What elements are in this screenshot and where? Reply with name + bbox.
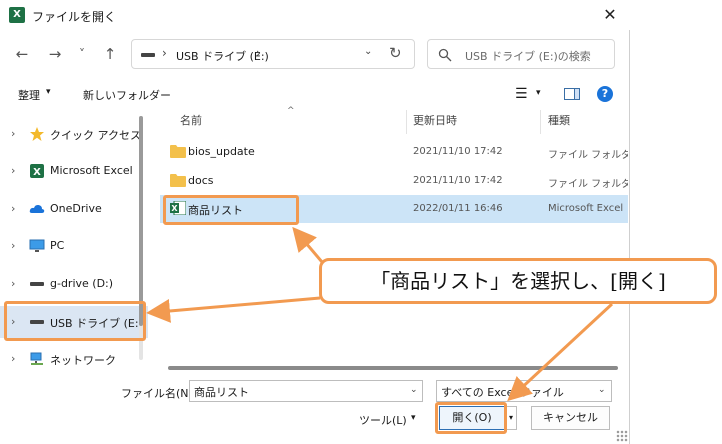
cancel-button[interactable]: キャンセル (531, 406, 610, 430)
filename-label: ファイル名(N): (121, 387, 197, 400)
sidebar-item-label: クイック アクセス (50, 129, 141, 142)
open-button[interactable]: 開く(O) (439, 406, 505, 430)
chevron-down-icon[interactable]: ▾ (46, 87, 51, 97)
sidebar-item-label: OneDrive (50, 202, 102, 215)
new-folder-button[interactable]: 新しいフォルダー (83, 87, 171, 103)
file-date: 2022/01/11 16:46 (413, 203, 503, 214)
sidebar-item-quick-access[interactable]: › クイック アクセス (0, 118, 148, 150)
expand-chevron-icon[interactable]: › (11, 239, 15, 252)
excel-app-icon: X (9, 7, 25, 23)
monitor-icon (29, 238, 45, 254)
chevron-down-icon[interactable]: ⌄ (410, 385, 418, 395)
column-header-type[interactable]: 種類 (548, 112, 570, 128)
sidebar-item-label: Microsoft Excel (50, 164, 133, 177)
file-type: Microsoft Excel (548, 203, 624, 214)
instruction-callout: 「商品リスト」を選択し、[開く] (319, 258, 717, 304)
search-box[interactable]: USB ドライブ (E:)の検索 (427, 39, 615, 69)
title-bar: X ファイルを開く ✕ (0, 0, 630, 30)
excel-icon: X (29, 163, 45, 179)
sidebar-item-label: PC (50, 239, 65, 252)
resize-grip-icon[interactable] (616, 430, 628, 442)
sort-indicator-icon: ^ (287, 106, 295, 116)
file-name: 商品リスト (188, 204, 243, 217)
chevron-down-icon[interactable]: ⌄ (598, 385, 606, 395)
svg-text:X: X (33, 167, 41, 178)
forward-button[interactable]: → (45, 44, 65, 64)
address-dropdown-icon[interactable]: ⌄ (364, 46, 372, 57)
sidebar-item-label: g-drive (D:) (50, 277, 114, 290)
drive-icon (141, 53, 155, 57)
file-row-product-list[interactable]: X 商品リスト 2022/01/11 16:46 Microsoft Excel (160, 195, 628, 223)
up-button[interactable]: ↑ (100, 44, 120, 64)
sidebar-item-label: ネットワーク (50, 354, 116, 367)
file-type: ファイル フォルダー (548, 150, 628, 161)
svg-text:X: X (171, 204, 178, 213)
folder-icon (170, 173, 186, 187)
expand-chevron-icon[interactable]: › (11, 127, 15, 140)
expand-chevron-icon[interactable]: › (11, 277, 15, 290)
tools-button[interactable]: ツール(L) (359, 412, 407, 428)
column-header-name[interactable]: 名前 (180, 112, 202, 128)
file-date: 2021/11/10 17:42 (413, 175, 503, 186)
search-icon (438, 48, 452, 62)
column-divider[interactable] (406, 110, 407, 134)
file-type: ファイル フォルダー (548, 179, 628, 190)
sidebar-item-g-drive[interactable]: › g-drive (D:) (0, 268, 148, 300)
sidebar-item-usb-drive[interactable]: › USB ドライブ (E:) (0, 306, 148, 338)
address-bar[interactable]: › USB ドライブ (E:) › ⌄ ↻ (131, 39, 415, 69)
window-title: ファイルを開く (32, 10, 117, 24)
file-name: bios_update (188, 145, 255, 158)
sidebar-scrollbar-thumb[interactable] (139, 116, 143, 326)
sidebar-item-pc[interactable]: › PC (0, 230, 148, 262)
breadcrumb-current[interactable]: USB ドライブ (E:) (176, 48, 269, 64)
navigation-bar: ← → ˅ ↑ › USB ドライブ (E:) › ⌄ ↻ USB ドライブ (… (0, 34, 630, 74)
file-row-bios-update[interactable]: bios_update 2021/11/10 17:42 ファイル フォルダー (160, 138, 628, 166)
close-button[interactable]: ✕ (598, 4, 622, 26)
back-button[interactable]: ← (12, 44, 32, 64)
filename-input[interactable]: 商品リスト (189, 380, 423, 402)
file-date: 2021/11/10 17:42 (413, 146, 503, 157)
expand-chevron-icon[interactable]: › (11, 202, 15, 215)
star-icon (29, 126, 45, 142)
chevron-down-icon[interactable]: ▾ (536, 88, 541, 98)
search-placeholder: USB ドライブ (E:)の検索 (465, 50, 591, 63)
network-icon (29, 351, 45, 367)
navigation-pane: › クイック アクセス › X Microsoft Excel › OneDri… (0, 110, 150, 372)
preview-pane-icon[interactable] (564, 88, 580, 100)
expand-chevron-icon[interactable]: › (11, 164, 15, 177)
file-row-docs[interactable]: docs 2021/11/10 17:42 ファイル フォルダー (160, 167, 628, 195)
organize-button[interactable]: 整理 (18, 87, 40, 103)
horizontal-scrollbar[interactable] (168, 366, 618, 370)
command-bar: 整理 ▾ 新しいフォルダー ☰ ▾ ? (0, 82, 630, 108)
breadcrumb-separator: › (162, 46, 167, 60)
expand-chevron-icon[interactable]: › (11, 352, 15, 365)
file-type-filter[interactable]: すべての Excel ファイル (436, 380, 612, 402)
expand-chevron-icon[interactable]: › (11, 315, 15, 328)
file-list: ^ 名前 更新日時 種類 bios_update 2021/11/10 17:4… (160, 106, 628, 368)
file-name: docs (188, 174, 214, 187)
refresh-icon[interactable]: ↻ (389, 44, 402, 62)
column-divider[interactable] (540, 110, 541, 134)
sidebar-item-label: USB ドライブ (E:) (50, 317, 143, 330)
help-icon[interactable]: ? (597, 86, 613, 102)
column-header-date[interactable]: 更新日時 (413, 112, 457, 128)
file-open-dialog: X ファイルを開く ✕ ← → ˅ ↑ › USB ドライブ (E:) › ⌄ … (0, 0, 630, 444)
sidebar-item-network[interactable]: › ネットワーク (0, 343, 148, 375)
recent-locations-button[interactable]: ˅ (72, 44, 92, 64)
sidebar-item-onedrive[interactable]: › OneDrive (0, 193, 148, 225)
folder-icon (170, 144, 186, 158)
excel-file-icon: X (170, 200, 187, 216)
breadcrumb-separator: › (256, 46, 261, 60)
sidebar-item-microsoft-excel[interactable]: › X Microsoft Excel (0, 155, 148, 187)
view-options-icon[interactable]: ☰ (515, 87, 528, 101)
open-options-button[interactable]: ▾ (505, 406, 517, 430)
drive-icon (29, 314, 45, 330)
cloud-icon (29, 201, 45, 217)
chevron-down-icon[interactable]: ▾ (411, 413, 416, 423)
drive-icon (29, 276, 45, 292)
